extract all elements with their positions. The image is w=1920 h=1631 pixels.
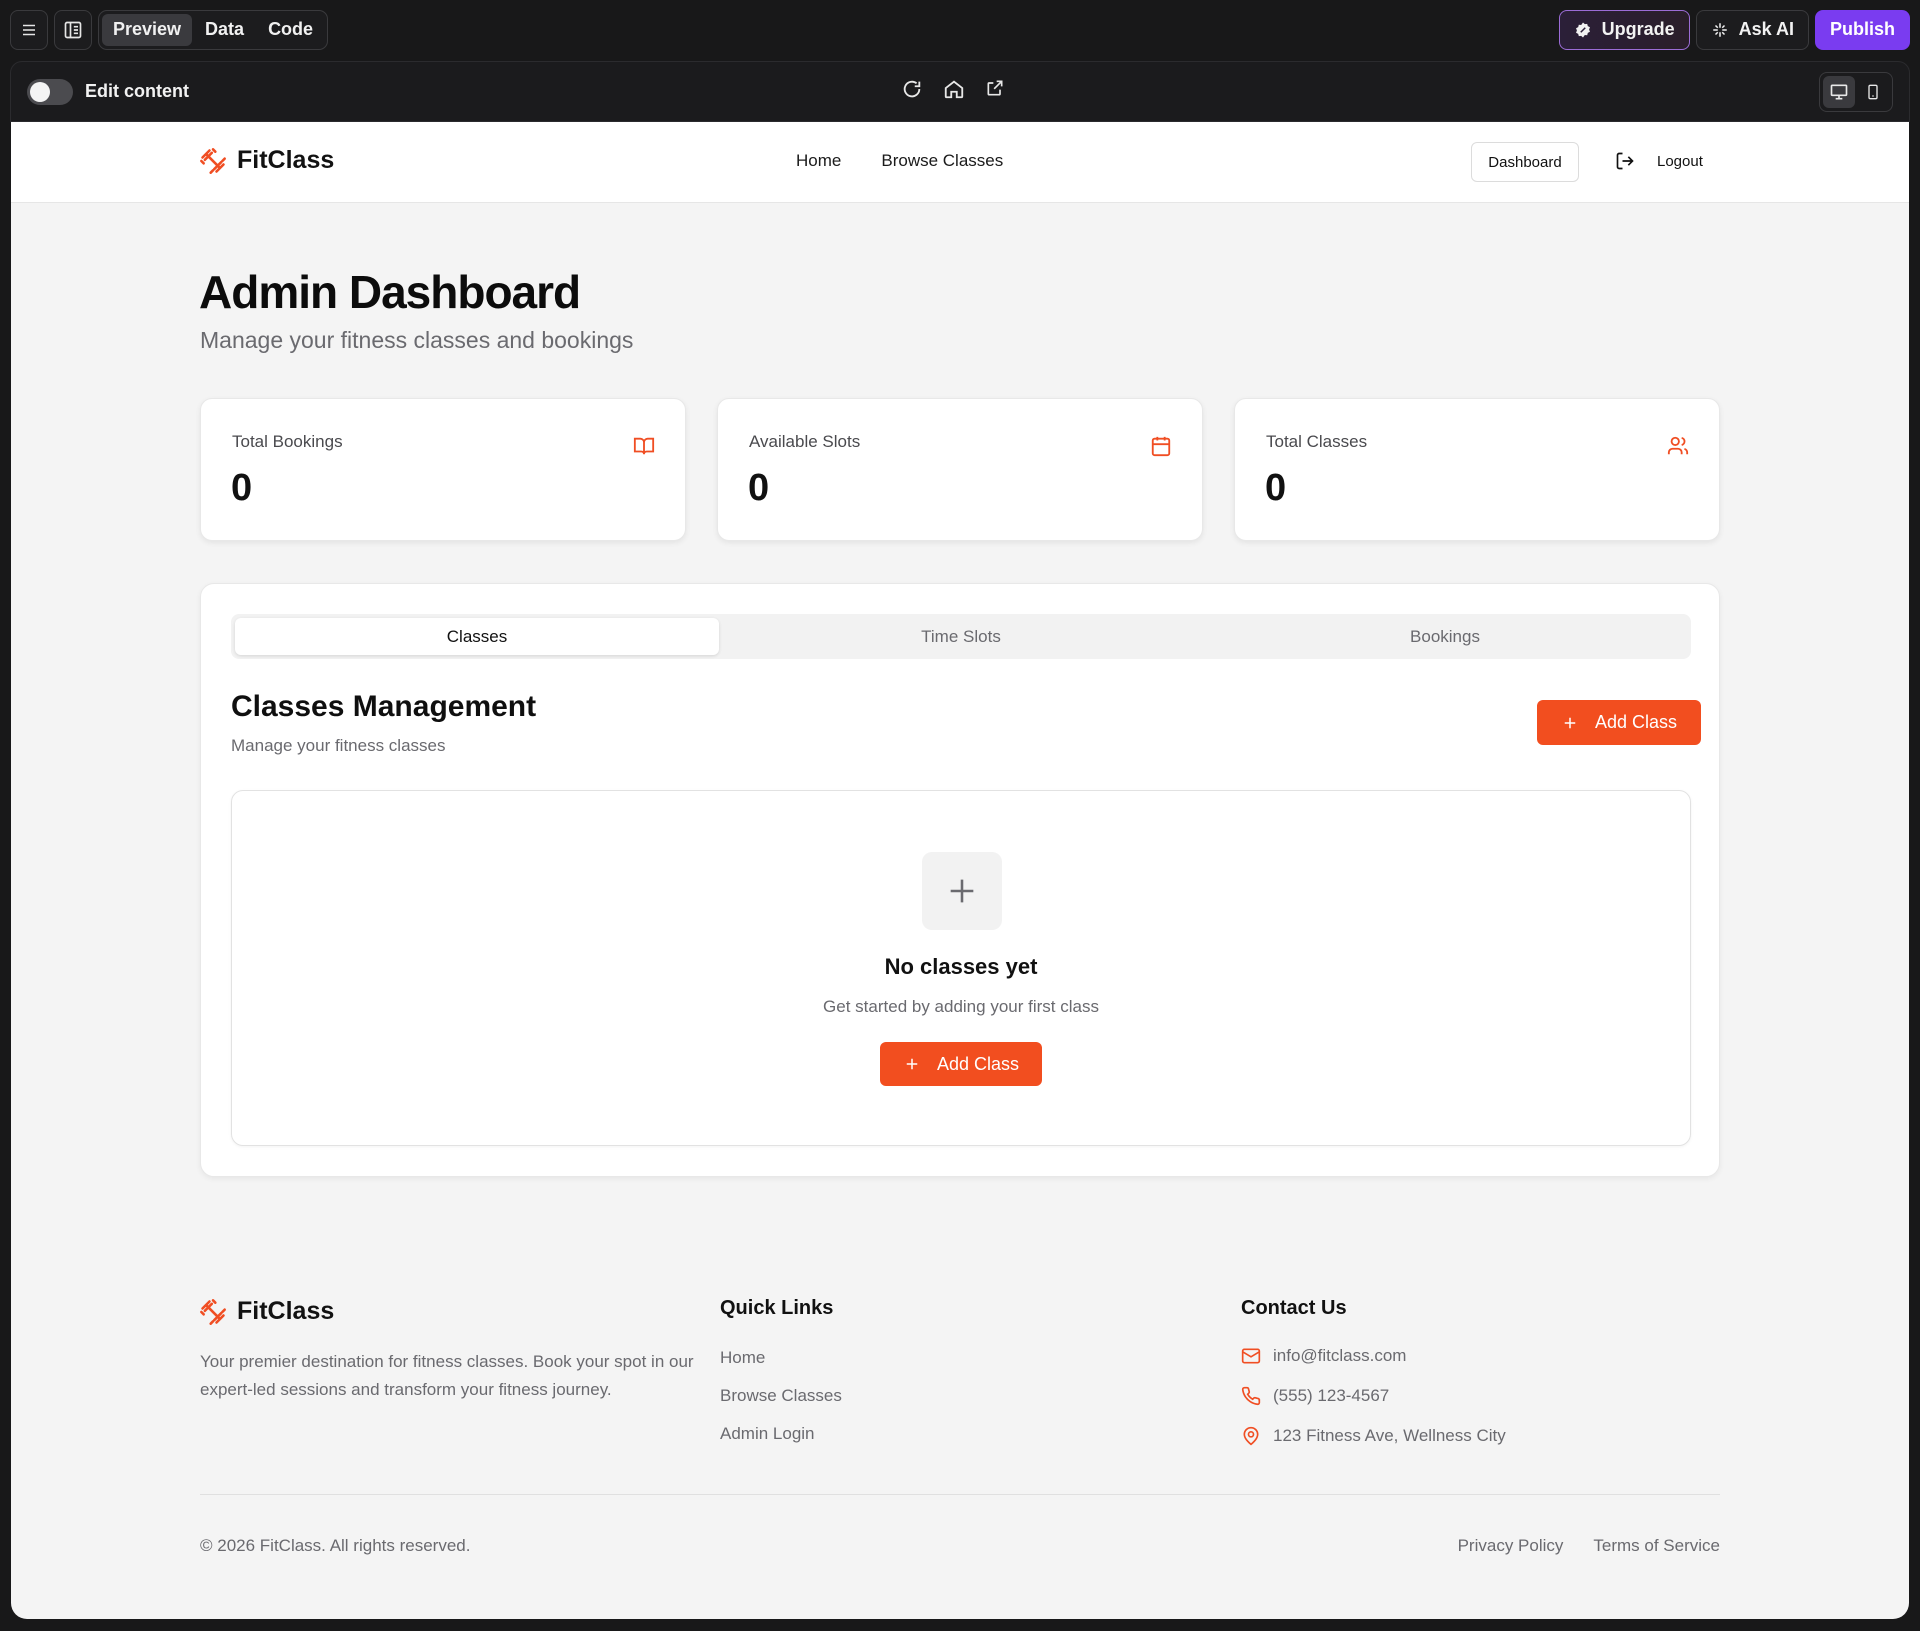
terms-of-service-link[interactable]: Terms of Service [1593, 1536, 1720, 1556]
ask-ai-button[interactable]: Ask AI [1695, 9, 1809, 50]
contact-phone-text: (555) 123-4567 [1273, 1385, 1390, 1405]
upgrade-label: Upgrade [1601, 19, 1675, 39]
empty-state: No classes yet Get started by adding you… [231, 790, 1691, 1146]
sparkle-icon [1712, 22, 1727, 37]
legal-links: Privacy Policy Terms of Service [1458, 1536, 1720, 1556]
stat-value: 0 [231, 467, 253, 509]
refresh-icon[interactable] [901, 78, 923, 100]
home-icon[interactable] [943, 78, 965, 100]
contact-heading: Contact Us [1241, 1297, 1347, 1319]
add-class-label: Add Class [1594, 712, 1678, 732]
contact-list: info@fitclass.com (555) 123-4567 123 Fit… [1241, 1344, 1506, 1447]
site-preview: FitClass Home Browse Classes Dashboard L… [11, 122, 1909, 1619]
logout-button[interactable]: Logout [1615, 151, 1703, 171]
users-icon [1667, 436, 1689, 455]
section-subtitle: Manage your fitness classes [231, 736, 446, 755]
quick-links-heading: Quick Links [720, 1297, 834, 1319]
preview-toolbar: Edit content [10, 61, 1910, 122]
management-tabs: Classes Time Slots Bookings [231, 614, 1691, 659]
plus-icon [950, 879, 974, 903]
ask-ai-label: Ask AI [1738, 19, 1794, 39]
management-panel: Classes Time Slots Bookings Classes Mana… [200, 583, 1720, 1177]
stat-label: Total Bookings [232, 432, 343, 451]
badge-icon [1575, 22, 1590, 37]
tab-time-slots[interactable]: Time Slots [719, 618, 1203, 655]
tab-data[interactable]: Data [194, 14, 255, 46]
publish-button[interactable]: Publish [1814, 9, 1910, 50]
footer-brand-name: FitClass [237, 1297, 335, 1325]
mail-icon [1241, 1348, 1261, 1363]
empty-state-icon-box [922, 852, 1002, 930]
page-subtitle: Manage your fitness classes and bookings [200, 327, 634, 353]
page-title: Admin Dashboard [199, 266, 581, 318]
privacy-policy-link[interactable]: Privacy Policy [1458, 1536, 1564, 1556]
logout-icon [1616, 152, 1634, 170]
edit-content-label: Edit content [85, 81, 189, 101]
footer-description: Your premier destination for fitness cla… [200, 1352, 694, 1399]
nav-link-browse-classes[interactable]: Browse Classes [881, 151, 1003, 171]
nav-links: Home Browse Classes [796, 151, 1003, 171]
site-navbar: FitClass Home Browse Classes Dashboard L… [11, 122, 1909, 203]
edit-content-toggle[interactable] [27, 78, 73, 105]
phone-icon [1241, 1386, 1261, 1405]
plus-icon [906, 1058, 918, 1070]
site-logo[interactable]: FitClass [199, 146, 334, 175]
hamburger-icon [23, 24, 35, 35]
add-class-button[interactable]: Add Class [1537, 700, 1701, 745]
tab-preview[interactable]: Preview [102, 13, 193, 46]
monitor-icon [1830, 84, 1848, 99]
view-mode-tabs: Preview Data Code [98, 9, 329, 50]
footer-link-home[interactable]: Home [720, 1348, 842, 1368]
stat-value: 0 [1265, 467, 1287, 509]
stat-card-available-slots: Available Slots 0 [717, 398, 1203, 541]
empty-add-class-button[interactable]: Add Class [880, 1042, 1042, 1086]
mobile-view-button[interactable] [1857, 76, 1889, 108]
book-open-icon [633, 437, 655, 455]
external-link-icon[interactable] [985, 78, 1005, 98]
dashboard-button[interactable]: Dashboard [1471, 142, 1579, 182]
tab-classes[interactable]: Classes [235, 618, 719, 655]
contact-phone: (555) 123-4567 [1241, 1384, 1506, 1407]
footer-link-browse-classes[interactable]: Browse Classes [720, 1386, 842, 1406]
tab-bookings[interactable]: Bookings [1203, 618, 1687, 655]
menu-button[interactable] [10, 9, 48, 50]
empty-state-title: No classes yet [884, 954, 1038, 979]
brand-name: FitClass [237, 146, 335, 174]
quick-links: Home Browse Classes Admin Login [720, 1348, 842, 1444]
tab-code[interactable]: Code [257, 14, 324, 46]
panel-layout-icon [64, 21, 82, 38]
upgrade-button[interactable]: Upgrade [1558, 9, 1690, 50]
dumbbell-icon [200, 147, 226, 174]
copyright: © 2026 FitClass. All rights reserved. [200, 1536, 471, 1555]
device-switcher [1819, 71, 1893, 112]
map-pin-icon [1243, 1426, 1259, 1445]
plus-icon [1564, 717, 1576, 728]
stat-card-total-bookings: Total Bookings 0 [200, 398, 686, 541]
section-title: Classes Management [231, 690, 537, 723]
dumbbell-icon [200, 1298, 226, 1325]
sidebar-toggle-button[interactable] [54, 9, 92, 50]
logout-label: Logout [1657, 152, 1703, 170]
empty-state-subtitle: Get started by adding your first class [823, 997, 1099, 1016]
footer-link-admin-login[interactable]: Admin Login [720, 1424, 842, 1444]
footer-divider [200, 1494, 1720, 1495]
contact-email: info@fitclass.com [1241, 1344, 1506, 1367]
desktop-view-button[interactable] [1823, 75, 1855, 108]
add-class-label: Add Class [936, 1053, 1020, 1074]
nav-link-home[interactable]: Home [796, 151, 841, 171]
stat-label: Available Slots [749, 432, 861, 451]
contact-address-text: 123 Fitness Ave, Wellness City [1273, 1425, 1506, 1445]
calendar-icon [1151, 436, 1171, 457]
stat-label: Total Classes [1266, 432, 1368, 451]
stat-card-total-classes: Total Classes 0 [1234, 398, 1720, 541]
contact-address: 123 Fitness Ave, Wellness City [1241, 1424, 1506, 1447]
stat-value: 0 [748, 467, 770, 509]
smartphone-icon [1868, 84, 1878, 99]
contact-email-text: info@fitclass.com [1273, 1345, 1407, 1365]
builder-topbar: Preview Data Code Upgrade Ask AI Publish [0, 0, 1920, 59]
footer-logo[interactable]: FitClass [199, 1297, 334, 1326]
